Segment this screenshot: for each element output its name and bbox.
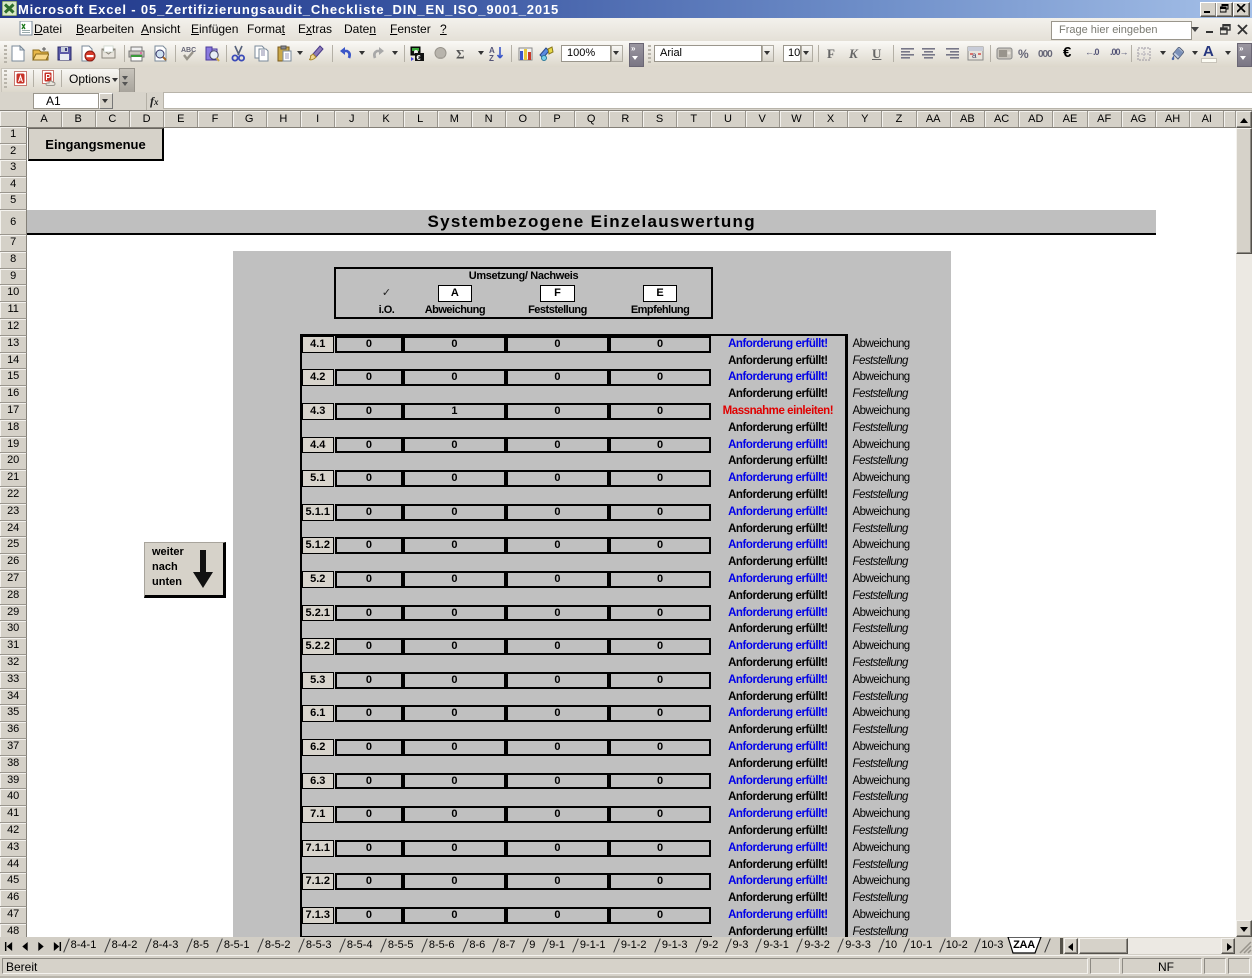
svg-text:Σ: Σ xyxy=(456,47,465,62)
svg-text:ABC: ABC xyxy=(181,47,196,54)
svg-text:Z: Z xyxy=(489,54,494,62)
svg-text:a: a xyxy=(972,51,977,60)
